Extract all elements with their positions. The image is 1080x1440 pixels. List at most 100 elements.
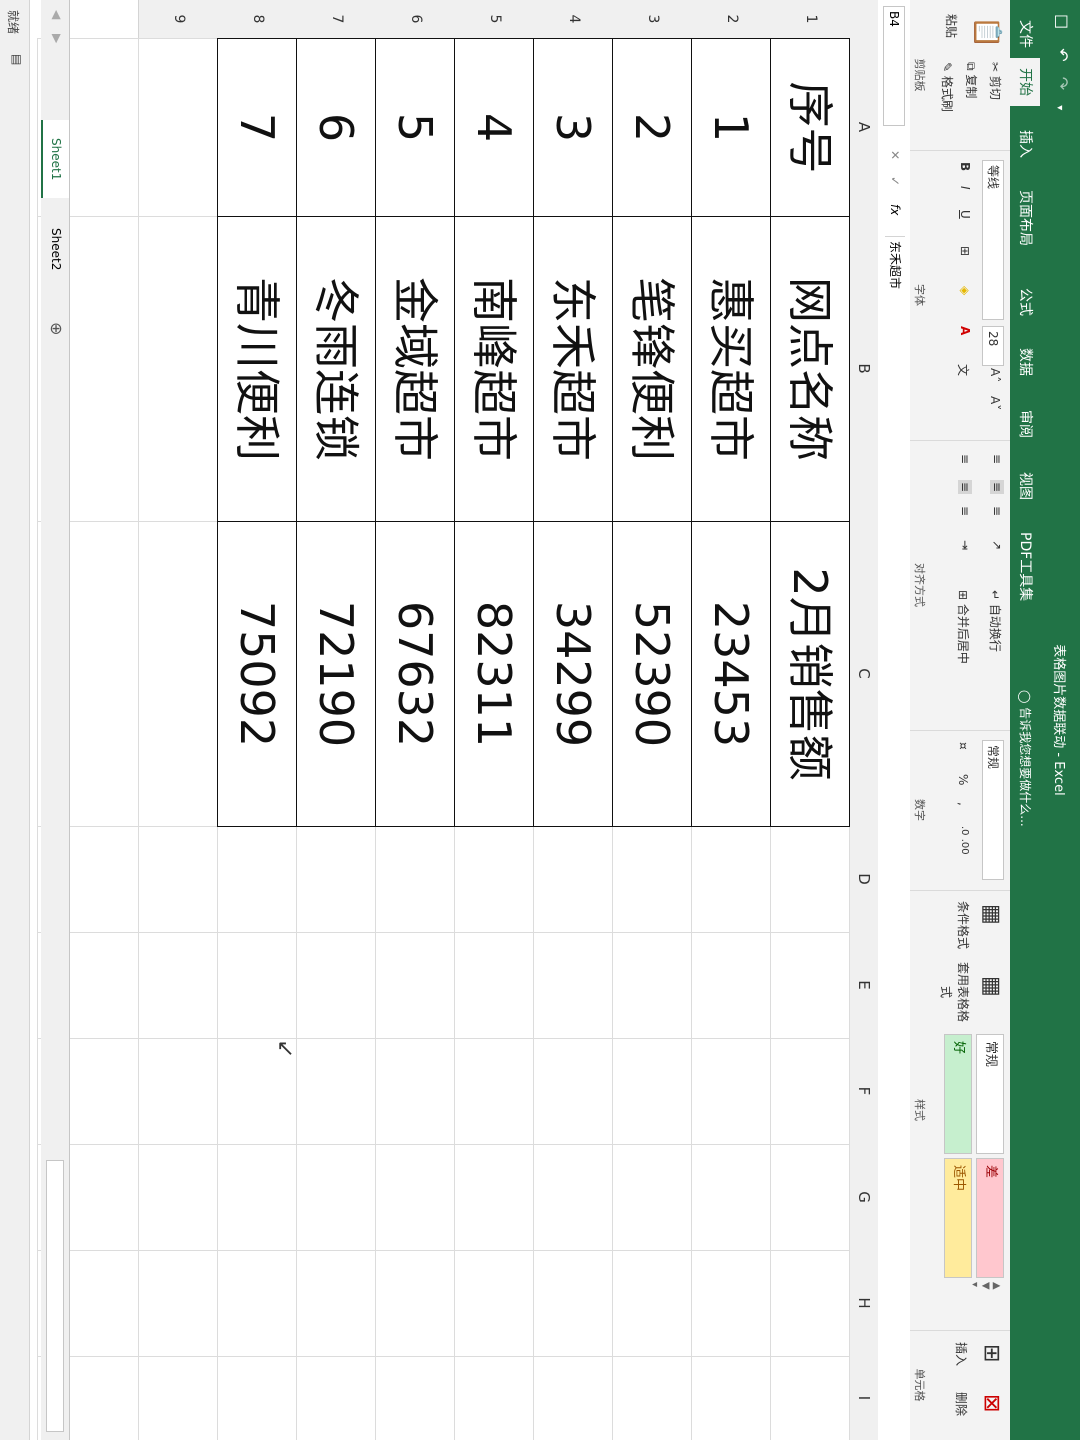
style-normal[interactable]: 常规 [976,1034,1004,1154]
col-header-h[interactable]: H [849,1250,878,1357]
table-cell[interactable]: 6 [296,38,376,217]
row-header-6[interactable]: 6 [375,0,455,39]
align-center-icon[interactable]: ≡ [958,480,972,495]
decimal-icon[interactable]: .0 .00 [959,826,970,855]
style-bad[interactable]: 差 [976,1158,1004,1278]
header-cell[interactable]: 网点名称 [770,216,850,522]
name-box[interactable]: B4 [883,6,905,126]
row-header-7[interactable]: 7 [296,0,376,39]
tab-formulas[interactable]: 公式 [1010,278,1040,326]
tab-home[interactable]: 开始 [1010,58,1040,106]
orientation-icon[interactable]: ↗ [990,540,1004,550]
styles-scroll-icon[interactable]: ▲ ▼ ▾ [969,1282,1002,1290]
conditional-format-button[interactable]: 条件格式 [955,894,972,956]
table-cell[interactable]: 67632 [375,521,455,827]
tab-data[interactable]: 数据 [1010,338,1040,386]
enter-icon[interactable]: ✓ [888,176,902,186]
percent-button[interactable]: % [956,774,970,785]
copy-button[interactable]: ⧉ 复制 [963,62,980,98]
row-header-1[interactable]: 1 [770,0,850,39]
font-name-select[interactable]: 等线 [982,160,1004,320]
formula-input[interactable]: 东禾超市 [885,236,905,1435]
row-header-3[interactable]: 3 [612,0,692,39]
row-header-8[interactable]: 8 [217,0,297,39]
table-cell[interactable]: 7 [217,38,297,217]
table-cell[interactable]: 3 [533,38,613,217]
fill-color-icon[interactable]: ◈ [958,286,972,295]
align-right-icon[interactable]: ≡ [958,506,972,516]
cancel-icon[interactable]: ✕ [888,150,902,160]
delete-cells-icon[interactable]: ⊠ [979,1394,1004,1412]
tab-view[interactable]: 视图 [1010,462,1040,510]
select-all-corner[interactable] [849,0,878,39]
row-header-5[interactable]: 5 [454,0,534,39]
tab-review[interactable]: 审阅 [1010,400,1040,448]
cut-button[interactable]: ✂ 剪切 [987,62,1004,100]
insert-cells-button[interactable]: 插入 [953,1342,970,1366]
col-header-i[interactable]: I [849,1356,878,1440]
font-size-select[interactable]: 28 [982,326,1004,366]
table-cell[interactable]: 75092 [217,521,297,827]
table-cell[interactable]: 5 [375,38,455,217]
row-header-2[interactable]: 2 [691,0,771,39]
header-cell[interactable]: 序号 [770,38,850,217]
table-cell[interactable]: 2 [612,38,692,217]
wrap-text-button[interactable]: ↵ 自动换行 [987,590,1004,652]
row-header-4[interactable]: 4 [533,0,613,39]
add-sheet-icon[interactable]: ⊕ [47,322,66,335]
col-header-d[interactable]: D [849,826,878,933]
col-header-c[interactable]: C [849,521,878,827]
table-cell[interactable]: 南峰超市 [454,216,534,522]
font-color-icon[interactable]: A [958,326,972,335]
font-shrink-icon[interactable]: A˅ [988,396,1002,410]
table-cell[interactable]: 东禾超市 [533,216,613,522]
paste-icon[interactable]: 📋 [972,16,1002,48]
row-header-9[interactable]: 9 [138,0,218,39]
function-button[interactable]: fx [888,204,902,215]
tell-me-box[interactable]: ◯ 告诉我您想要做什么... [1010,690,1040,827]
horizontal-scrollbar[interactable] [46,1160,64,1432]
table-cell[interactable]: 72190 [296,521,376,827]
table-format-button[interactable]: 套用表格格式 [938,962,972,1022]
table-cell[interactable]: 笔锋便利 [612,216,692,522]
col-header-b[interactable]: B [849,216,878,522]
font-grow-icon[interactable]: A˄ [988,368,1002,382]
border-icon[interactable]: ⊞ [958,246,972,256]
sheet-tab-sheet2[interactable]: Sheet2 [43,210,69,288]
col-header-g[interactable]: G [849,1144,878,1251]
style-good[interactable]: 好 [944,1034,972,1154]
table-cell[interactable]: 23453 [691,521,771,827]
tab-page-layout[interactable]: 页面布局 [1010,180,1040,256]
col-header-a[interactable]: A [849,38,878,217]
table-cell[interactable]: 惠买超市 [691,216,771,522]
currency-icon[interactable]: ¤ [956,742,970,750]
table-cell[interactable]: 1 [691,38,771,217]
sheet-nav-prev-icon[interactable]: ◀ [50,10,64,19]
header-cell[interactable]: 2月销售额 [770,521,850,827]
table-cell[interactable]: 52390 [612,521,692,827]
merge-center-button[interactable]: ⊞ 合并后居中 [955,590,972,664]
tab-insert[interactable]: 插入 [1010,120,1040,168]
col-header-e[interactable]: E [849,932,878,1039]
tab-pdf-tools[interactable]: PDF工具集 [1010,522,1040,611]
conditional-format-icon[interactable]: ▦ [979,904,1004,925]
table-cell[interactable]: 冬雨连锁 [296,216,376,522]
underline-button[interactable]: U [958,210,972,219]
table-cell[interactable]: 金域超市 [375,216,455,522]
table-cell[interactable]: 4 [454,38,534,217]
align-middle-icon[interactable]: ≡ [990,480,1004,495]
align-bottom-icon[interactable]: ≡ [990,506,1004,516]
tab-file[interactable]: 文件 [1010,10,1040,58]
italic-button[interactable]: I [958,186,972,190]
style-neutral[interactable]: 适中 [944,1158,972,1278]
sheet-tab-sheet1[interactable]: Sheet1 [41,120,69,199]
number-format-select[interactable]: 常规 [982,740,1004,880]
insert-cells-icon[interactable]: ⊞ [979,1344,1004,1362]
table-cell[interactable]: 青川便利 [217,216,297,522]
table-format-icon[interactable]: ▦ [979,976,1004,997]
comma-icon[interactable]: , [956,802,970,806]
align-left-icon[interactable]: ≡ [958,454,972,464]
table-cell[interactable]: 82311 [454,521,534,827]
table-cell[interactable]: 34299 [533,521,613,827]
phonetic-icon[interactable]: 文 [955,364,972,376]
